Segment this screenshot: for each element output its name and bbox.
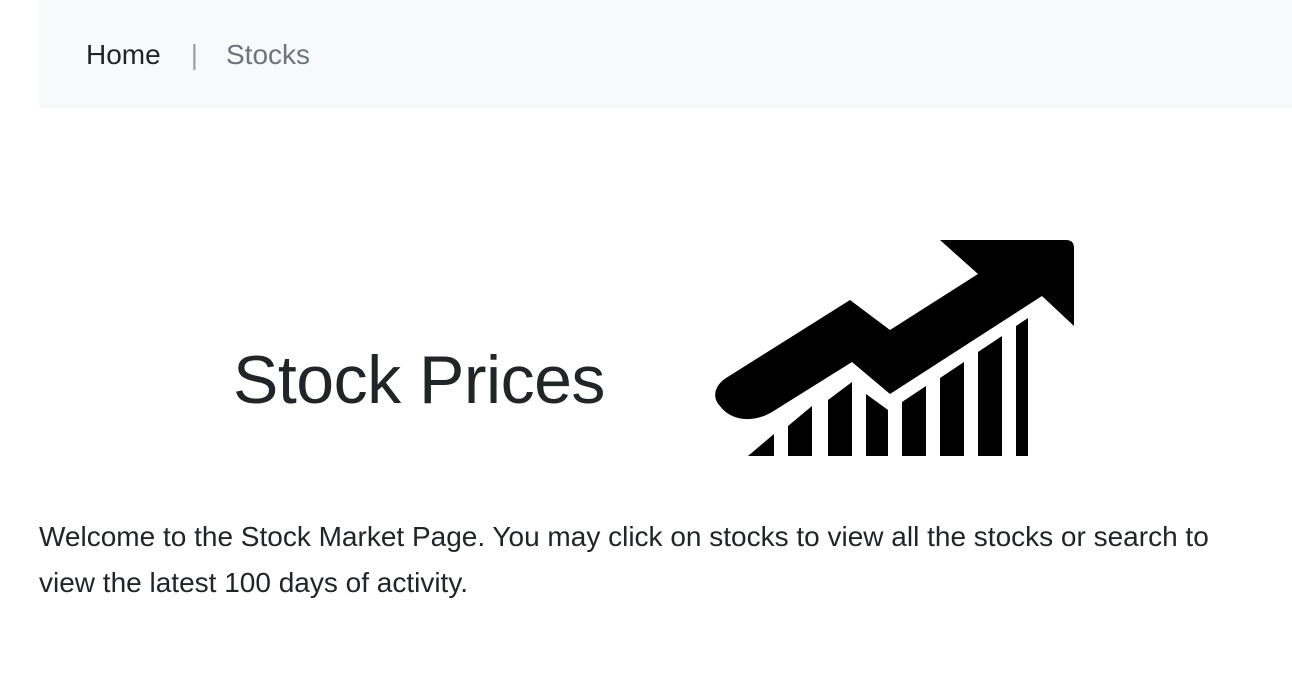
intro-text: Welcome to the Stock Market Page. You ma… [39,521,1209,598]
nav-link-stocks[interactable]: Stocks [226,39,310,71]
page-title: Stock Prices [233,342,605,418]
nav-separator: | [190,39,198,70]
growth-chart-arrow-icon [715,240,1074,456]
navbar: Home | Stocks [39,0,1292,108]
hero-section: Stock Prices [0,230,1292,460]
nav-link-home[interactable]: Home [86,39,161,71]
nav-links: Home | Stocks [86,36,310,74]
